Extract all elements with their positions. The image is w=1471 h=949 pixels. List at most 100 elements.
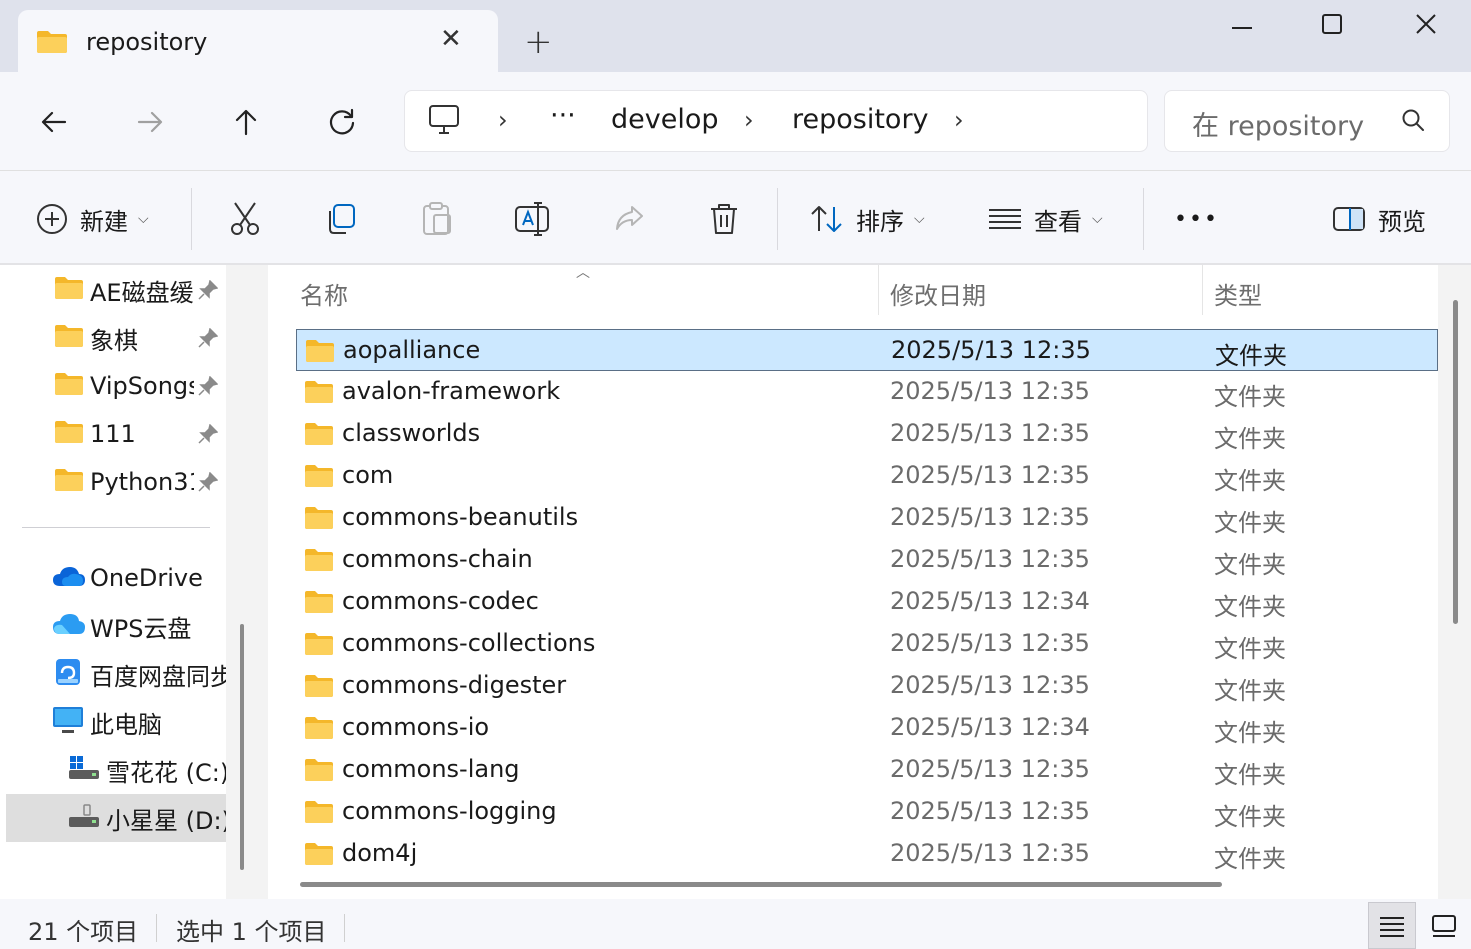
folder-icon — [305, 339, 335, 367]
onedrive-cloud-icon — [52, 564, 86, 592]
sidebar-scrollbar[interactable] — [240, 624, 244, 870]
sidebar-item-pinned[interactable]: VipSongs — [6, 362, 226, 410]
breadcrumb-item-develop[interactable]: develop — [611, 104, 719, 135]
column-header-name[interactable]: 名称 — [300, 276, 348, 311]
share-button[interactable] — [612, 196, 646, 242]
breadcrumb-item-repository[interactable]: repository — [792, 104, 929, 135]
pin-icon[interactable] — [198, 471, 219, 496]
rename-button[interactable] — [514, 196, 552, 242]
file-row[interactable]: commons-digester 2025/5/13 12:35 文件夹 — [296, 665, 1438, 707]
sort-button[interactable]: 排序 ⌵ — [810, 196, 925, 242]
more-options-button[interactable]: ••• — [1174, 196, 1219, 242]
close-window-icon[interactable] — [1406, 4, 1446, 44]
folder-icon — [304, 800, 334, 828]
pin-icon[interactable] — [198, 279, 219, 304]
breadcrumb-separator[interactable]: › — [744, 106, 754, 134]
file-row[interactable]: commons-lang 2025/5/13 12:35 文件夹 — [296, 749, 1438, 791]
folder-icon — [304, 380, 334, 408]
file-row[interactable]: commons-logging 2025/5/13 12:35 文件夹 — [296, 791, 1438, 833]
file-row[interactable]: dom4j 2025/5/13 12:35 文件夹 — [296, 833, 1438, 875]
divider — [156, 914, 157, 942]
sidebar-item-drive-d[interactable]: 小星星 (D:) — [6, 794, 226, 842]
sidebar-item-label: Python31 — [90, 468, 194, 496]
sidebar-item-label: 象棋 — [90, 326, 138, 355]
minimize-icon[interactable] — [1222, 4, 1262, 44]
file-name: commons-collections — [342, 629, 596, 657]
file-type: 文件夹 — [1214, 845, 1286, 873]
thumbnail-view-button[interactable] — [1420, 902, 1468, 949]
selection-count: 选中 1 个项目 — [176, 918, 327, 946]
breadcrumb-separator[interactable]: › — [498, 106, 508, 134]
file-row[interactable]: avalon-framework 2025/5/13 12:35 文件夹 — [296, 371, 1438, 413]
folder-icon — [54, 372, 84, 400]
breadcrumb-overflow[interactable]: ··· — [550, 100, 576, 131]
preview-pane-button[interactable]: 预览 — [1332, 196, 1426, 242]
folder-icon — [304, 674, 334, 702]
file-type: 文件夹 — [1214, 803, 1286, 831]
cut-button[interactable] — [228, 196, 262, 242]
view-list-icon — [989, 209, 1021, 229]
delete-button[interactable] — [708, 196, 740, 242]
this-pc-icon[interactable] — [428, 104, 462, 140]
column-divider[interactable] — [1202, 265, 1203, 315]
pin-icon[interactable] — [198, 327, 219, 352]
pin-icon[interactable] — [198, 375, 219, 400]
file-row[interactable]: commons-codec 2025/5/13 12:34 文件夹 — [296, 581, 1438, 623]
windows-drive-icon — [68, 755, 102, 785]
column-header-type[interactable]: 类型 — [1214, 276, 1262, 311]
maximize-icon[interactable] — [1312, 4, 1352, 44]
file-row[interactable]: commons-beanutils 2025/5/13 12:35 文件夹 — [296, 497, 1438, 539]
file-row[interactable]: commons-chain 2025/5/13 12:35 文件夹 — [296, 539, 1438, 581]
details-view-icon — [1380, 916, 1404, 937]
sidebar-item-drive-c[interactable]: 雪花花 (C:) — [6, 746, 226, 794]
breadcrumb-separator[interactable]: › — [954, 106, 964, 134]
refresh-icon[interactable] — [320, 100, 364, 144]
paste-button[interactable] — [420, 196, 454, 242]
file-row[interactable]: aopalliance 2025/5/13 12:35 文件夹 — [296, 329, 1438, 371]
back-arrow-icon[interactable] — [32, 100, 76, 144]
copy-button[interactable] — [324, 196, 358, 242]
new-button[interactable]: 新建 ⌵ — [36, 196, 149, 242]
item-count: 21 个项目 — [28, 918, 139, 946]
folder-icon — [304, 464, 334, 492]
tab-close-icon[interactable]: ✕ — [440, 24, 462, 54]
sidebar-item-wps-cloud[interactable]: WPS云盘 — [6, 602, 226, 650]
column-header-date[interactable]: 修改日期 — [890, 276, 986, 311]
file-type: 文件夹 — [1214, 635, 1286, 663]
thumbnail-view-icon — [1432, 914, 1456, 937]
details-view-button[interactable] — [1368, 902, 1416, 949]
file-row[interactable]: com 2025/5/13 12:35 文件夹 — [296, 455, 1438, 497]
file-row[interactable]: classworlds 2025/5/13 12:35 文件夹 — [296, 413, 1438, 455]
file-date: 2025/5/13 12:35 — [890, 461, 1090, 489]
file-date: 2025/5/13 12:35 — [890, 503, 1090, 531]
sidebar-item-pinned[interactable]: 111 — [6, 410, 226, 458]
address-bar[interactable] — [404, 90, 1148, 152]
forward-arrow-icon[interactable] — [128, 100, 172, 144]
file-row[interactable]: commons-io 2025/5/13 12:34 文件夹 — [296, 707, 1438, 749]
folder-icon — [304, 590, 334, 618]
file-date: 2025/5/13 12:35 — [890, 671, 1090, 699]
new-tab-button[interactable]: + — [524, 22, 553, 62]
vertical-scrollbar[interactable] — [1453, 300, 1458, 624]
sidebar-item-baidu-netdisk[interactable]: 百度网盘同步 — [6, 650, 226, 698]
horizontal-scrollbar[interactable] — [300, 882, 1222, 887]
sidebar-item-pinned[interactable]: Python31 — [6, 458, 226, 506]
column-divider[interactable] — [878, 265, 879, 315]
sidebar-item-pinned[interactable]: AE磁盘缓 — [6, 266, 226, 314]
sidebar-item-pinned[interactable]: 象棋 — [6, 314, 226, 362]
folder-icon — [304, 548, 334, 576]
folder-icon — [304, 632, 334, 660]
sidebar-item-this-pc[interactable]: 此电脑 — [6, 698, 226, 746]
folder-icon — [54, 420, 84, 448]
file-row[interactable]: commons-collections 2025/5/13 12:35 文件夹 — [296, 623, 1438, 665]
view-button[interactable]: 查看 ⌵ — [988, 196, 1103, 242]
search-icon[interactable] — [1400, 107, 1426, 137]
divider — [777, 188, 778, 250]
pin-icon[interactable] — [198, 423, 219, 448]
sidebar-item-onedrive[interactable]: OneDrive — [6, 554, 226, 602]
folder-icon — [54, 468, 84, 496]
file-type: 文件夹 — [1214, 761, 1286, 789]
share-icon — [616, 206, 643, 230]
up-arrow-icon[interactable] — [224, 100, 268, 144]
sidebar-item-label: 雪花花 (C:) — [106, 758, 226, 787]
